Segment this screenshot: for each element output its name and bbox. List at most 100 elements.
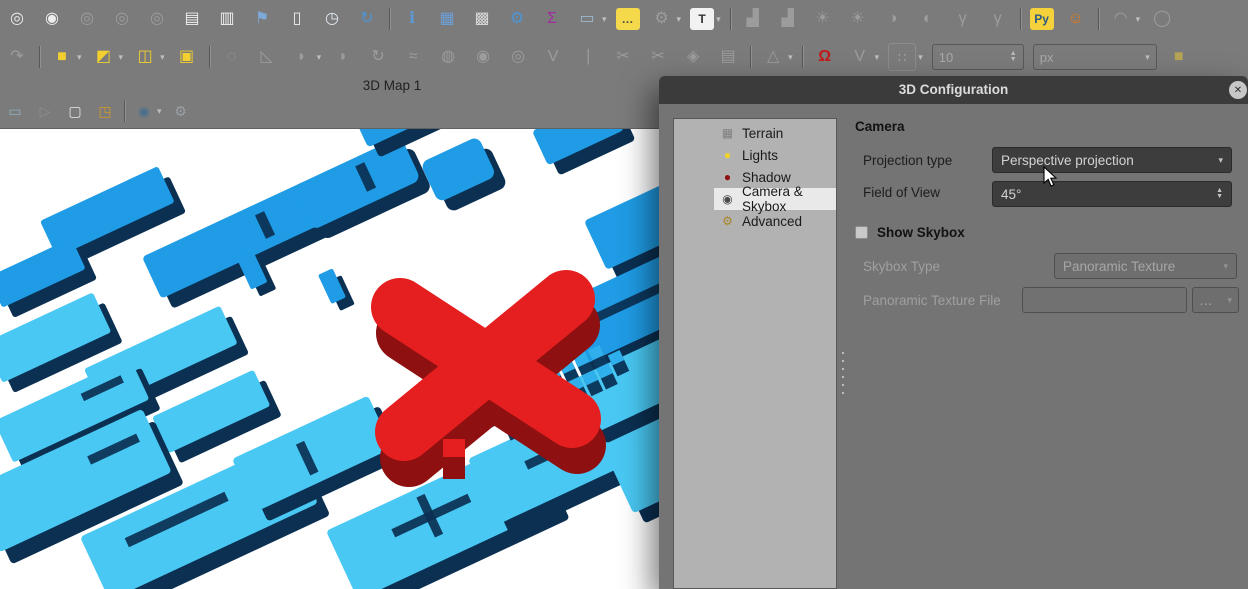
select-by-location-icon[interactable]: ▣ xyxy=(174,44,200,70)
splitter-handle[interactable] xyxy=(840,352,846,406)
sidebar-item-label: Camera & Skybox xyxy=(742,184,836,214)
zoom-next-icon: ◎ xyxy=(144,6,170,32)
field-of-view-value: 45° xyxy=(1001,187,1021,202)
zoom-native-icon: ◎ xyxy=(74,6,100,32)
field-of-view-spinbox[interactable]: 45° ▲▼ xyxy=(992,181,1232,207)
sidebar-item-lights[interactable]: ●Lights xyxy=(714,144,836,166)
dropdown-caret-icon[interactable]: ▾ xyxy=(119,52,124,63)
map-tips-icon[interactable]: … xyxy=(616,8,640,30)
field-calculator-icon-group: ▩ xyxy=(469,6,495,32)
text-annotation-icon[interactable]: T xyxy=(690,8,714,30)
dropdown-caret-icon: ▾ xyxy=(677,14,682,25)
move-feature-icon-group: ◗▾ xyxy=(289,44,322,70)
select-features-by-polygon-icon[interactable]: ◩ xyxy=(91,44,117,70)
text-annotation-icon-group: T▾ xyxy=(690,8,721,30)
metasearch-icon-group: ☺ xyxy=(1063,6,1089,32)
spin-arrows-icon[interactable]: ▲▼ xyxy=(1216,188,1223,201)
tracing-icon-group: ◌ xyxy=(219,44,245,70)
tracing-icon: ◌ xyxy=(219,44,245,70)
digitizing-toolbar-row-2: ↷■▾◩▾◫▾▣◌◺◗▾◗↻≈◍◉◎V∣✂✂◈▤△▾ΩV▾∷▾10▲▼px▾■ xyxy=(0,38,1248,76)
merge-features-icon: ◈ xyxy=(680,44,706,70)
local-histogram-stretch-icon-group: ▟ xyxy=(740,6,766,32)
browse-ellipsis: … xyxy=(1199,293,1213,308)
field-calculator-icon[interactable]: ▩ xyxy=(469,6,495,32)
building xyxy=(292,134,432,243)
new-bookmark-icon[interactable]: ⚑ xyxy=(249,6,275,32)
field-of-view-label: Field of View xyxy=(863,185,940,200)
show-bookmarks-icon[interactable]: ▯ xyxy=(284,6,310,32)
mouse-cursor xyxy=(1043,166,1059,188)
snapping-units-select-value: px xyxy=(1040,50,1054,65)
new-layout-icon[interactable]: ▤ xyxy=(179,6,205,32)
zoom-to-layer-icon-group: ◉ xyxy=(39,6,65,32)
avoid-overlap-icon: ■ xyxy=(1166,44,1192,70)
sidebar-item-camera-skybox[interactable]: ◉Camera & Skybox xyxy=(714,188,836,210)
save-image-icon-group: ▢ xyxy=(64,100,86,122)
refresh-icon-group: ↻ xyxy=(354,6,380,32)
panoramic-texture-file-label: Panoramic Texture File xyxy=(863,293,1001,308)
dialog-title: 3D Configuration xyxy=(659,82,1248,97)
camera-icon: ◉ xyxy=(719,192,736,206)
layout-manager-icon-group: ▥ xyxy=(214,6,240,32)
decrease-gamma-icon-group: γ xyxy=(985,6,1011,32)
chevron-down-icon: ▾ xyxy=(1145,54,1150,60)
zoom-to-layer-icon[interactable]: ◉ xyxy=(39,6,65,32)
dropdown-caret-icon[interactable]: ▾ xyxy=(157,106,162,117)
projection-type-combobox[interactable]: Perspective projection ▾ xyxy=(992,147,1232,173)
add-ring-icon: ◍ xyxy=(435,44,461,70)
zoom-icon[interactable]: ◎ xyxy=(4,6,30,32)
advanced-digitizing-icon: ◺ xyxy=(254,44,280,70)
show-bookmarks-icon-group: ▯ xyxy=(284,6,310,32)
chevron-down-icon: ▾ xyxy=(1223,261,1228,272)
toolbar-separator xyxy=(802,46,803,68)
digitize-circle-icon-group: ◯ xyxy=(1149,6,1175,32)
select-features-icon[interactable]: ■ xyxy=(49,44,75,70)
python-console-icon[interactable]: Py xyxy=(1030,8,1054,30)
dropdown-caret-icon[interactable]: ▾ xyxy=(602,14,607,25)
refresh-icon[interactable]: ↻ xyxy=(354,6,380,32)
measure-icon[interactable]: ▭ xyxy=(574,6,600,32)
advanced-wrench-icon: ⚙ xyxy=(719,214,736,228)
export-3d-scene-icon[interactable]: ◳ xyxy=(94,100,116,122)
measure-icon-group: ▭▾ xyxy=(574,6,607,32)
statistics-icon[interactable]: Σ xyxy=(539,6,565,32)
copy-move-feature-icon: ◗ xyxy=(330,44,356,70)
deselect-features-icon-group: ◫▾ xyxy=(132,44,165,70)
save-image-icon[interactable]: ▢ xyxy=(64,100,86,122)
sidebar-item-label: Advanced xyxy=(742,214,802,229)
select-features-by-polygon-icon-group: ◩▾ xyxy=(91,44,124,70)
layout-manager-icon[interactable]: ▥ xyxy=(214,6,240,32)
vertex-tool-icon: △ xyxy=(760,44,786,70)
dropdown-caret-icon: ▾ xyxy=(788,52,793,63)
metasearch-icon[interactable]: ☺ xyxy=(1063,6,1089,32)
snapping-icon[interactable]: Ω xyxy=(812,44,838,70)
dropdown-caret-icon[interactable]: ▾ xyxy=(77,52,82,63)
python-console-icon-group: Py xyxy=(1030,8,1054,30)
spin-arrows-icon: ▲▼ xyxy=(1010,51,1017,63)
3d-viewport-canvas[interactable] xyxy=(0,128,660,589)
camera-effects-eye-icon[interactable]: ◉ xyxy=(133,100,155,122)
sidebar-item-terrain[interactable]: ▦Terrain xyxy=(714,122,836,144)
full-histogram-stretch-icon-group: ▟ xyxy=(775,6,801,32)
measure-line-3d-icon[interactable]: ▭ xyxy=(4,100,26,122)
attribute-table-icon[interactable]: ▦ xyxy=(434,6,460,32)
add-ring-icon-group: ◍ xyxy=(435,44,461,70)
full-histogram-stretch-icon: ▟ xyxy=(775,6,801,32)
map-tips-icon-group: … xyxy=(616,8,640,30)
configure-wrench-icon[interactable]: ⚙ xyxy=(170,100,192,122)
dropdown-caret-icon[interactable]: ▾ xyxy=(716,14,721,25)
close-icon[interactable]: ✕ xyxy=(1229,81,1247,99)
decrease-brightness-icon-group: ☀ xyxy=(845,6,871,32)
identify-features-icon[interactable]: ℹ xyxy=(399,6,425,32)
deselect-features-icon[interactable]: ◫ xyxy=(132,44,158,70)
animation-play-icon[interactable]: ▷ xyxy=(34,100,56,122)
building xyxy=(420,133,508,215)
dropdown-caret-icon[interactable]: ▾ xyxy=(160,52,165,63)
run-feature-action-icon-group: ⚙▾ xyxy=(649,6,682,32)
terrain-icon: ▦ xyxy=(719,126,736,140)
show-skybox-checkbox[interactable] xyxy=(855,226,868,239)
processing-toolbox-icon[interactable]: ⚙ xyxy=(504,6,530,32)
dialog-titlebar[interactable]: 3D Configuration ✕ xyxy=(659,76,1248,104)
increase-brightness-icon: ☀ xyxy=(810,6,836,32)
temporal-controller-icon[interactable]: ◷ xyxy=(319,6,345,32)
